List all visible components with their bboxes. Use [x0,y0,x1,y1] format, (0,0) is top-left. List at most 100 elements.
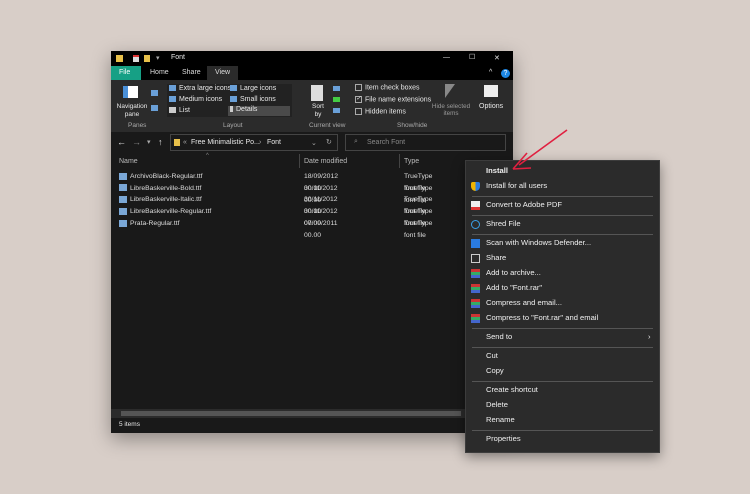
layout-gallery: Extra large icons Large icons Medium ico… [167,84,292,117]
tab-home[interactable]: Home [142,66,177,80]
tab-share[interactable]: Share [174,66,209,80]
sort-ascending-icon: ^ [206,153,209,159]
preview-pane-icon[interactable] [151,90,158,96]
submenu-chevron-icon: › [648,332,651,341]
group-by-icon[interactable] [333,86,340,91]
layout-medium-icons[interactable]: Medium icons [169,96,222,103]
size-columns-icon[interactable] [333,108,340,113]
menu-item-shred-file[interactable]: Shred File [486,218,651,230]
menu-separator [472,381,653,382]
column-header-date[interactable]: Date modified [304,158,347,165]
menu-item-delete[interactable]: Delete [486,399,651,411]
address-row: ← → ▾ ↑ « Free Minimalistic Po... › Font… [111,132,513,154]
file-row[interactable]: ArchivoBlack-Regular.ttf 18/09/2012 00.00… [119,171,432,192]
title-bar: ▾ Font — ☐ ✕ [111,51,513,66]
menu-item-compress-to-font-rar-and-email[interactable]: Compress to "Font.rar" and email [486,312,651,324]
horizontal-scrollbar[interactable] [111,409,513,418]
shield-icon [471,181,480,191]
column-header-name[interactable]: Name [119,158,138,165]
refresh-icon[interactable]: ↻ [326,138,332,146]
defender-icon [471,238,480,248]
qat-dropdown-icon[interactable]: ▾ [156,54,160,62]
hidden-items-checkbox[interactable]: Hidden items [355,108,406,115]
red-arrow-annotation [512,129,568,170]
menu-item-copy[interactable]: Copy [486,365,651,377]
menu-item-install-for-all-users[interactable]: Install for all users [486,180,651,192]
layout-large-icons[interactable]: Large icons [230,85,276,92]
minimize-button[interactable]: — [443,54,450,61]
sort-by-button[interactable]: Sort by [310,103,326,119]
search-input[interactable]: Search Font [367,139,405,146]
menu-item-share[interactable]: Share [486,252,651,264]
menu-separator [472,215,653,216]
address-bar[interactable]: « Free Minimalistic Po... › Font ⌄ ↻ [170,134,338,151]
menu-item-rename[interactable]: Rename [486,414,651,426]
menu-item-compress-and-email[interactable]: Compress and email... [486,297,651,309]
sort-icon [311,85,323,101]
file-row[interactable]: LibreBaskerville-Italic.ttf 30/11/2012 00… [119,194,432,215]
ribbon-tabs: File Home Share View ^ ? [111,66,513,80]
address-dropdown-icon[interactable]: ⌄ [311,139,317,147]
properties-icon[interactable] [133,55,139,62]
maximize-button[interactable]: ☐ [469,53,475,61]
back-button[interactable]: ← [117,137,126,147]
up-button[interactable]: ↑ [158,137,163,147]
item-check-boxes-checkbox[interactable]: Item check boxes [355,84,419,91]
hide-selected-icon [445,84,455,98]
group-show-hide-label: Show/hide [397,122,428,129]
forward-button[interactable]: → [132,137,141,147]
share-icon [471,253,480,263]
search-box[interactable]: ⌕ Search Font [345,134,506,151]
menu-separator [472,234,653,235]
close-button[interactable]: ✕ [494,54,500,62]
menu-item-convert-to-adobe-pdf[interactable]: Convert to Adobe PDF [486,199,651,211]
layout-details[interactable]: Details [228,106,290,116]
menu-item-create-shortcut[interactable]: Create shortcut [486,384,651,396]
menu-separator [472,196,653,197]
menu-item-add-to-archive[interactable]: Add to archive... [486,267,651,279]
add-columns-icon[interactable] [333,97,340,102]
menu-separator [472,328,653,329]
group-current-view-label: Current view [309,122,346,129]
tab-file[interactable]: File [111,66,141,80]
menu-item-cut[interactable]: Cut [486,350,651,362]
winrar-icon [471,313,480,323]
group-layout-label: Layout [223,122,243,129]
navigation-pane-icon [123,86,138,98]
new-folder-icon[interactable] [144,55,150,62]
menu-item-send-to[interactable]: Send to [486,331,651,343]
ribbon: Navigation pane Panes Extra large icons … [111,80,513,132]
options-button[interactable]: Options [479,103,503,110]
status-item-count: 5 items [119,421,140,428]
group-panes-label: Panes [128,122,147,129]
context-menu: Install Install for all users Convert to A… [465,160,660,453]
breadcrumb-parent[interactable]: Free Minimalistic Po... [191,139,260,146]
layout-extra-large-icons[interactable]: Extra large icons [169,85,231,92]
menu-item-properties[interactable]: Properties [486,433,651,445]
details-pane-icon[interactable] [151,105,158,111]
navigation-pane-button[interactable]: Navigation pane [115,103,149,119]
tab-view[interactable]: View [207,66,239,80]
options-icon [484,85,498,97]
file-row[interactable]: LibreBaskerville-Regular.ttf 30/11/2012 0… [119,206,432,227]
help-icon[interactable]: ? [501,69,510,78]
collapse-ribbon-icon[interactable]: ^ [489,69,492,76]
menu-separator [472,347,653,348]
hide-selected-items-button[interactable]: Hide selected items [429,103,473,117]
file-name-extensions-checkbox[interactable]: ✓ File name extensions [355,96,431,103]
font-file-icon [119,196,127,204]
menu-item-add-to-font-rar[interactable]: Add to "Font.rar" [486,282,651,294]
file-row[interactable]: Prata-Regular.ttf 07/09/2011 00.00 TrueTyp… [119,218,432,239]
shred-icon [471,219,480,229]
layout-list[interactable]: List [169,107,190,114]
column-header-type[interactable]: Type [404,158,419,165]
file-row[interactable]: LibreBaskerville-Bold.ttf 30/11/2012 00.0… [119,183,432,204]
scrollbar-thumb[interactable] [121,411,461,416]
menu-item-scan-with-windows-defender[interactable]: Scan with Windows Defender... [486,237,651,249]
search-icon: ⌕ [354,138,358,145]
window-title: Font [171,54,186,61]
recent-locations-dropdown[interactable]: ▾ [147,138,151,146]
layout-small-icons[interactable]: Small icons [230,96,276,103]
menu-separator [472,430,653,431]
breadcrumb-current[interactable]: Font [267,139,281,146]
